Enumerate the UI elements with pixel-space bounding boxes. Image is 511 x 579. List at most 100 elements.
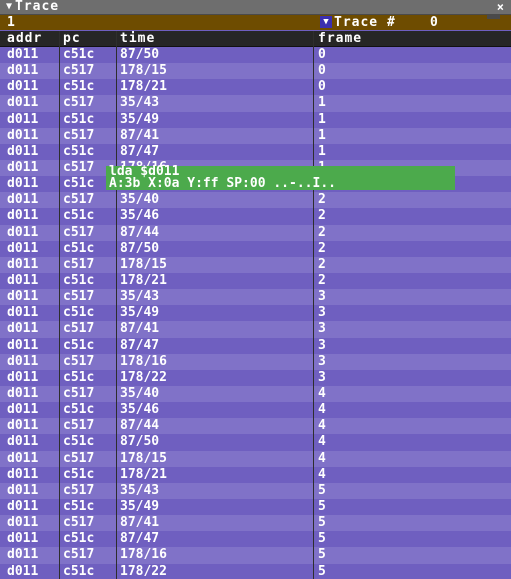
table-row[interactable]: d011 c517 87/41 3	[0, 321, 511, 338]
cell-frame: 3	[318, 321, 326, 337]
column-header-addr[interactable]: addr	[7, 31, 42, 46]
cell-addr: d011	[7, 466, 39, 482]
cell-frame: 2	[318, 240, 326, 256]
table-row[interactable]: d011 c517 178/16 3	[0, 353, 511, 370]
cell-addr: d011	[7, 369, 39, 385]
trace-number-label: Trace #	[334, 15, 396, 30]
cell-time: 35/43	[120, 289, 160, 305]
cell-pc: c517	[63, 321, 95, 337]
cell-time: 35/49	[120, 111, 160, 127]
cell-addr: d011	[7, 95, 39, 111]
table-row[interactable]: d011 c517 178/15 2	[0, 256, 511, 273]
table-row[interactable]: d011 c517 87/41 5	[0, 515, 511, 532]
cell-pc: c51c	[63, 272, 95, 288]
table-row[interactable]: d011 c51c 35/46 4	[0, 402, 511, 419]
cell-pc: c51c	[63, 531, 95, 547]
table-row[interactable]: d011 c51c 178/21 0	[0, 79, 511, 96]
cell-frame: 2	[318, 224, 326, 240]
table-row[interactable]: d011 c51c 35/49 3	[0, 305, 511, 322]
cell-addr: d011	[7, 434, 39, 450]
cell-pc: c51c	[63, 498, 95, 514]
cell-frame: 2	[318, 208, 326, 224]
table-row[interactable]: d011 c517 87/44 2	[0, 224, 511, 241]
table-row[interactable]: d011 c51c 178/22 5	[0, 563, 511, 579]
column-header-pc[interactable]: pc	[63, 31, 81, 46]
table-row[interactable]: d011 c51c 178/21 4	[0, 466, 511, 483]
cell-frame: 5	[318, 515, 326, 531]
close-icon[interactable]: ×	[497, 0, 504, 14]
cell-time: 35/49	[120, 305, 160, 321]
cell-addr: d011	[7, 305, 39, 321]
cell-pc: c51c	[63, 208, 95, 224]
trace-window: ▼ Trace × 1 ▼ Trace # 0 addr pc time fra…	[0, 0, 511, 579]
cell-frame: 4	[318, 418, 326, 434]
cell-pc: c517	[63, 63, 95, 79]
table-row[interactable]: d011 c51c 87/50 2	[0, 240, 511, 257]
table-row[interactable]: d011 c51c 35/46 2	[0, 208, 511, 225]
table-row[interactable]: d011 c51c 87/47 1	[0, 143, 511, 160]
table-row[interactable]: d011 c51c 87/47 3	[0, 337, 511, 354]
table-row[interactable]: d011 c517 178/15 4	[0, 450, 511, 467]
cell-time: 35/43	[120, 482, 160, 498]
instruction-tooltip: lda $d011 A:3b X:0a Y:ff SP:00 ..-..I..	[106, 165, 455, 190]
title-bar[interactable]: ▼ Trace ×	[0, 0, 511, 15]
table-row[interactable]: d011 c517 35/43 1	[0, 95, 511, 112]
table-row[interactable]: d011 c517 35/43 5	[0, 482, 511, 499]
table-row[interactable]: d011 c51c 87/47 5	[0, 531, 511, 548]
cell-frame: 2	[318, 272, 326, 288]
cell-addr: d011	[7, 531, 39, 547]
cell-time: 35/46	[120, 402, 160, 418]
cell-addr: d011	[7, 79, 39, 95]
cell-pc: c517	[63, 256, 95, 272]
cell-time: 87/44	[120, 418, 160, 434]
column-header-frame[interactable]: frame	[318, 31, 362, 46]
table-row[interactable]: d011 c517 35/40 4	[0, 385, 511, 403]
cell-addr: d011	[7, 418, 39, 434]
cell-frame: 4	[318, 466, 326, 482]
table-row[interactable]: d011 c51c 35/49 5	[0, 498, 511, 516]
table-row[interactable]: d011 c517 87/41 1	[0, 127, 511, 144]
trace-table-body: d011 c51c 87/50 0 d011 c517 178/15 0 d011 c51c 178…	[0, 47, 511, 579]
table-row[interactable]: d011 c51c 178/22 3	[0, 369, 511, 386]
cell-time: 178/21	[120, 272, 167, 288]
cell-frame: 3	[318, 353, 326, 369]
table-row[interactable]: d011 c517 178/16 5	[0, 547, 511, 564]
table-row[interactable]: d011 c51c 178/21 2	[0, 272, 511, 290]
cell-frame: 5	[318, 531, 326, 547]
cell-pc: c517	[63, 515, 95, 531]
column-header-time[interactable]: time	[120, 31, 155, 46]
cell-addr: d011	[7, 47, 39, 62]
cell-time: 178/15	[120, 450, 167, 466]
cell-time: 87/41	[120, 515, 160, 531]
cell-addr: d011	[7, 289, 39, 305]
collapse-triangle-icon[interactable]: ▼	[6, 0, 15, 14]
table-header: addr pc time frame	[0, 31, 511, 47]
table-row[interactable]: d011 c517 35/43 3	[0, 289, 511, 306]
cell-time: 35/43	[120, 95, 160, 111]
cell-frame: 0	[318, 47, 326, 62]
filter-input[interactable]: 1	[7, 15, 307, 30]
cell-frame: 3	[318, 337, 326, 353]
cell-addr: d011	[7, 321, 39, 337]
table-row[interactable]: d011 c517 35/40 2	[0, 192, 511, 209]
table-row[interactable]: d011 c517 87/44 4	[0, 418, 511, 435]
scrollbar-thumb[interactable]	[487, 15, 500, 19]
cell-frame: 3	[318, 305, 326, 321]
cell-frame: 4	[318, 385, 326, 401]
cell-pc: c517	[63, 482, 95, 498]
cell-time: 87/47	[120, 531, 160, 547]
control-bar: 1 ▼ Trace # 0	[0, 15, 511, 30]
table-row[interactable]: d011 c51c 35/49 1	[0, 111, 511, 128]
cell-frame: 5	[318, 563, 326, 579]
cell-time: 35/40	[120, 192, 160, 208]
trace-number-value[interactable]: 0	[430, 15, 438, 30]
cell-addr: d011	[7, 272, 39, 288]
trace-dropdown-arrow-icon[interactable]: ▼	[320, 16, 332, 28]
cell-pc: c517	[63, 450, 95, 466]
cell-pc: c51c	[63, 176, 95, 192]
cell-frame: 3	[318, 289, 326, 305]
table-row[interactable]: d011 c51c 87/50 4	[0, 434, 511, 451]
cell-addr: d011	[7, 256, 39, 272]
table-row[interactable]: d011 c517 178/15 0	[0, 63, 511, 80]
table-row[interactable]: d011 c51c 87/50 0	[0, 47, 511, 64]
